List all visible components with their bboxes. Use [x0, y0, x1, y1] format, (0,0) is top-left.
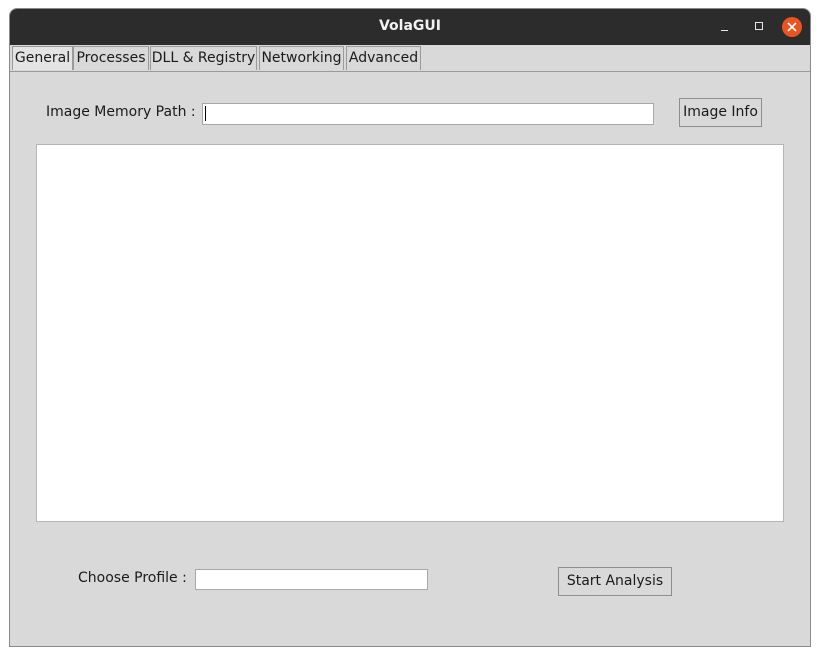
profile-label: Choose Profile : — [78, 570, 187, 586]
title-bar[interactable]: VolaGUI — [10, 9, 810, 45]
image-info-button[interactable]: Image Info — [679, 98, 762, 127]
close-icon[interactable] — [782, 17, 802, 37]
image-path-input[interactable] — [202, 103, 654, 125]
tab-networking[interactable]: Networking — [259, 46, 344, 70]
profile-input[interactable] — [195, 569, 428, 590]
tab-dll-registry[interactable]: DLL & Registry — [150, 46, 257, 70]
start-analysis-button[interactable]: Start Analysis — [558, 567, 672, 596]
text-caret — [205, 106, 206, 121]
close-glyph — [787, 22, 797, 32]
maximize-icon[interactable] — [749, 17, 769, 37]
tab-general[interactable]: General — [12, 46, 73, 70]
window-title: VolaGUI — [378, 18, 441, 34]
image-path-label: Image Memory Path : — [46, 104, 196, 120]
app-window: VolaGUI General Processes DLL & Registry… — [9, 8, 811, 647]
tab-advanced[interactable]: Advanced — [346, 46, 421, 70]
minimize-icon[interactable] — [715, 17, 735, 37]
output-text-area[interactable] — [36, 144, 784, 522]
tab-processes[interactable]: Processes — [73, 46, 149, 70]
tab-bar: General Processes DLL & Registry Network… — [10, 45, 810, 72]
